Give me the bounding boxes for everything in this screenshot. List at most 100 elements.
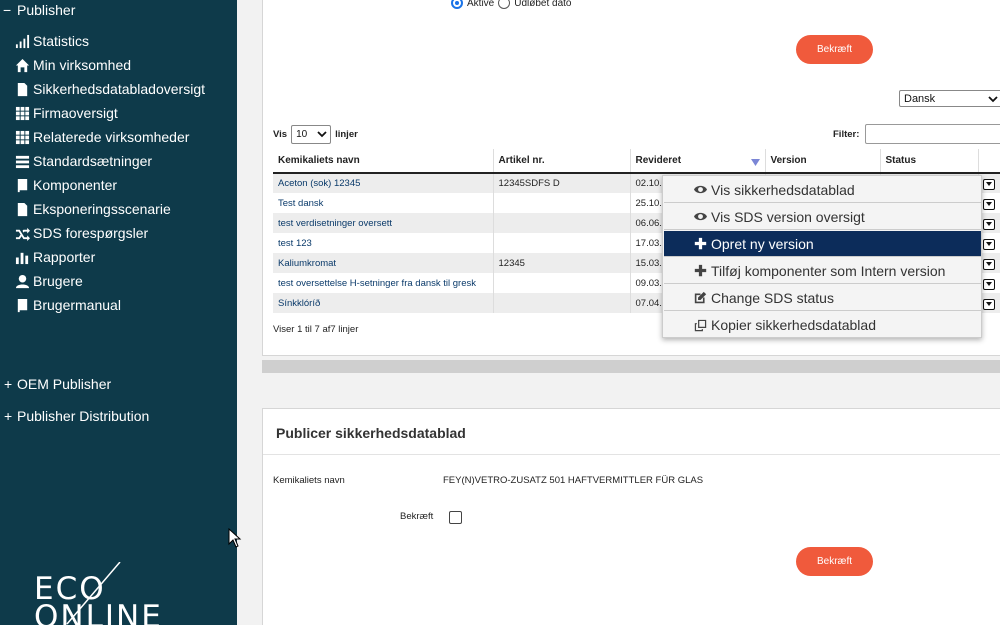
- cell-name[interactable]: Kaliumkromat: [273, 253, 494, 273]
- sidebar-item-label: Sikkerhedsdatabladoversigt: [33, 81, 205, 97]
- col-header-status[interactable]: Status: [880, 149, 979, 174]
- confirm-checkbox[interactable]: [449, 511, 462, 524]
- menu-item-view-sds[interactable]: Vis sikkerhedsdatablad: [664, 177, 981, 203]
- list-icon: [15, 155, 30, 168]
- row-actions-dropdown-button[interactable]: [983, 179, 995, 190]
- menu-item-add-components-internal[interactable]: Tilføj komponenter som Intern version: [664, 258, 981, 284]
- sidebar-item-min-virksomhed[interactable]: Min virksomhed: [15, 53, 205, 77]
- table-info-footer: Viser 1 til 7 af7 linjer: [273, 324, 359, 335]
- expand-toggle[interactable]: +: [4, 376, 17, 392]
- section-divider: [262, 360, 1000, 373]
- collapse-toggle[interactable]: −: [3, 2, 17, 18]
- language-select[interactable]: Dansk: [899, 90, 1000, 107]
- bar-chart-icon: [15, 34, 30, 48]
- cell-article: 12345SDFS D: [493, 173, 631, 193]
- cell-name[interactable]: Test dansk: [273, 193, 494, 213]
- cell-article: [493, 213, 631, 233]
- eye-icon: [694, 212, 707, 221]
- chemical-name-value: FEY(N)VETRO-ZUSATZ 501 HAFTVERMITTLER FÜ…: [443, 475, 704, 486]
- col-header-article[interactable]: Artikel nr.: [493, 149, 631, 174]
- menu-item-label: Tilføj komponenter som Intern version: [711, 262, 946, 279]
- row-actions-dropdown-button[interactable]: [983, 279, 995, 290]
- sidebar-item-label: Relaterede virksomheder: [33, 129, 190, 145]
- col-header-actions: [978, 149, 1000, 174]
- row-actions-dropdown-button[interactable]: [983, 219, 995, 230]
- sidebar-nav: Statistics Min virksomhed Sikkerhedsdata…: [15, 29, 205, 317]
- mouse-cursor-icon: [228, 528, 242, 548]
- sidebar-item-komponenter[interactable]: Komponenter: [15, 173, 205, 197]
- chevron-down-icon: [988, 96, 998, 103]
- filter-input[interactable]: [865, 124, 1000, 144]
- menu-item-copy-sds[interactable]: Kopier sikkerhedsdatablad: [664, 312, 981, 338]
- radio-expired-dot[interactable]: [498, 0, 511, 9]
- cell-article: [493, 273, 631, 293]
- sidebar-group-oem-publisher[interactable]: + OEM Publisher: [4, 376, 111, 392]
- sidebar-item-label: Firmaoversigt: [33, 105, 118, 121]
- menu-item-change-sds-status[interactable]: Change SDS status: [664, 285, 981, 311]
- logo-slash-icon: [66, 562, 121, 625]
- copy-icon: [694, 319, 707, 331]
- show-suffix-label: linjer: [335, 129, 358, 140]
- row-actions-dropdown-button[interactable]: [983, 199, 995, 210]
- sidebar-item-rapporter[interactable]: Rapporter: [15, 245, 205, 269]
- publish-panel-header: Publicer sikkerhedsdatablad: [263, 409, 1000, 455]
- sidebar-item-label: Eksponeringsscenarie: [33, 201, 171, 217]
- sidebar-item-label: Komponenter: [33, 177, 118, 193]
- sidebar-item-label: Brugere: [33, 273, 83, 289]
- sidebar-item-brugermanual[interactable]: Brugermanual: [15, 293, 205, 317]
- confirm-checkbox-label: Bekræft: [400, 511, 434, 522]
- sidebar-item-sikkerhedsdatabladoversigt[interactable]: Sikkerhedsdatabladoversigt: [15, 77, 205, 101]
- menu-item-label: Change SDS status: [711, 289, 834, 306]
- radio-expired[interactable]: Udløbet dato: [498, 0, 572, 9]
- plus-icon: [694, 237, 707, 250]
- cell-name[interactable]: test 123: [273, 233, 494, 253]
- menu-item-create-new-version[interactable]: Opret ny version: [664, 231, 981, 257]
- radio-active[interactable]: Aktive: [451, 0, 494, 9]
- grid-icon: [15, 106, 30, 120]
- row-actions-dropdown-button[interactable]: [983, 299, 995, 310]
- cell-name[interactable]: test verdisetninger oversett: [273, 213, 494, 233]
- sort-desc-icon: [750, 159, 760, 166]
- col-header-revised-label: Revideret: [635, 155, 682, 166]
- menu-item-view-sds-versions[interactable]: Vis SDS version oversigt: [664, 204, 981, 230]
- edit-icon: [694, 291, 707, 304]
- expand-toggle[interactable]: +: [4, 408, 17, 424]
- sidebar-item-firmaoversigt[interactable]: Firmaoversigt: [15, 101, 205, 125]
- sidebar-item-label: Rapporter: [33, 249, 96, 265]
- sidebar-item-standardsaetninger[interactable]: Standardsætninger: [15, 149, 205, 173]
- sidebar-item-eksponeringsscenarie[interactable]: Eksponeringsscenarie: [15, 197, 205, 221]
- sidebar-group-label: OEM Publisher: [17, 376, 112, 392]
- menu-item-label: Kopier sikkerhedsdatablad: [711, 317, 876, 333]
- radio-active-label: Aktive: [467, 0, 495, 9]
- publish-confirm-button[interactable]: Bekræft: [796, 547, 873, 576]
- chemical-name-label: Kemikaliets navn: [273, 475, 345, 486]
- row-actions-dropdown-button[interactable]: [983, 259, 995, 270]
- user-icon: [15, 274, 30, 288]
- confirm-filter-button[interactable]: Bekræft: [796, 35, 873, 64]
- sidebar-group-publisher-distribution[interactable]: + Publisher Distribution: [4, 408, 149, 424]
- col-header-version[interactable]: Version: [765, 149, 881, 174]
- page-size-select[interactable]: 10: [291, 125, 332, 144]
- col-header-revised[interactable]: Revideret: [630, 149, 766, 174]
- sidebar-header-publisher[interactable]: − Publisher: [3, 2, 75, 18]
- book-icon: [17, 178, 28, 192]
- sidebar-header-label: Publisher: [17, 2, 76, 18]
- cell-name[interactable]: test oversettelse H-setninger fra dansk …: [273, 273, 494, 293]
- status-radio-group: Aktive Udløbet dato: [451, 0, 576, 9]
- sidebar-item-sds-forespoergsler[interactable]: SDS forespørgsler: [15, 221, 205, 245]
- radio-active-dot[interactable]: [451, 0, 463, 9]
- cell-name[interactable]: Sínkklóríð: [273, 293, 494, 313]
- sidebar-item-relaterede-virksomheder[interactable]: Relaterede virksomheder: [15, 125, 205, 149]
- cell-name[interactable]: Aceton (sok) 12345: [273, 173, 494, 193]
- sidebar-item-label: Min virksomhed: [33, 57, 132, 73]
- publish-panel-title: Publicer sikkerhedsdatablad: [276, 425, 466, 441]
- publish-panel: Publicer sikkerhedsdatablad Kemikaliets …: [262, 408, 1000, 625]
- col-header-name[interactable]: Kemikaliets navn: [273, 149, 494, 174]
- radio-expired-label: Udløbet dato: [514, 0, 572, 9]
- sidebar-item-brugere[interactable]: Brugere: [15, 269, 205, 293]
- cell-article: [493, 293, 631, 313]
- filter-label: Filter:: [833, 129, 860, 140]
- sidebar-item-statistics[interactable]: Statistics: [15, 29, 205, 53]
- sidebar-group-label: Publisher Distribution: [17, 408, 150, 424]
- row-actions-dropdown-button[interactable]: [983, 239, 995, 250]
